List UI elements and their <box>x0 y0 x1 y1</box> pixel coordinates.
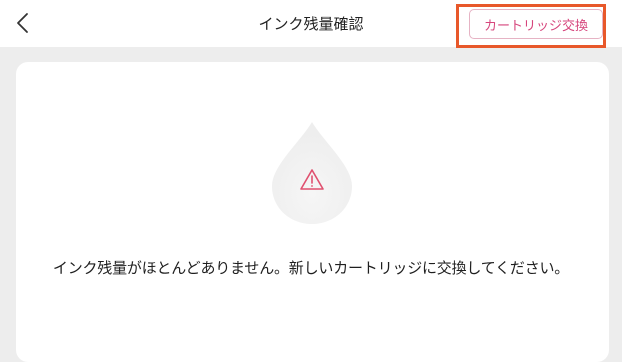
replace-cartridge-button[interactable]: カートリッジ交換 <box>469 9 603 39</box>
low-ink-message: インク残量がほとんどありません。新しいカートリッジに交換してください。 <box>52 259 570 277</box>
ink-drop-icon <box>272 122 352 224</box>
